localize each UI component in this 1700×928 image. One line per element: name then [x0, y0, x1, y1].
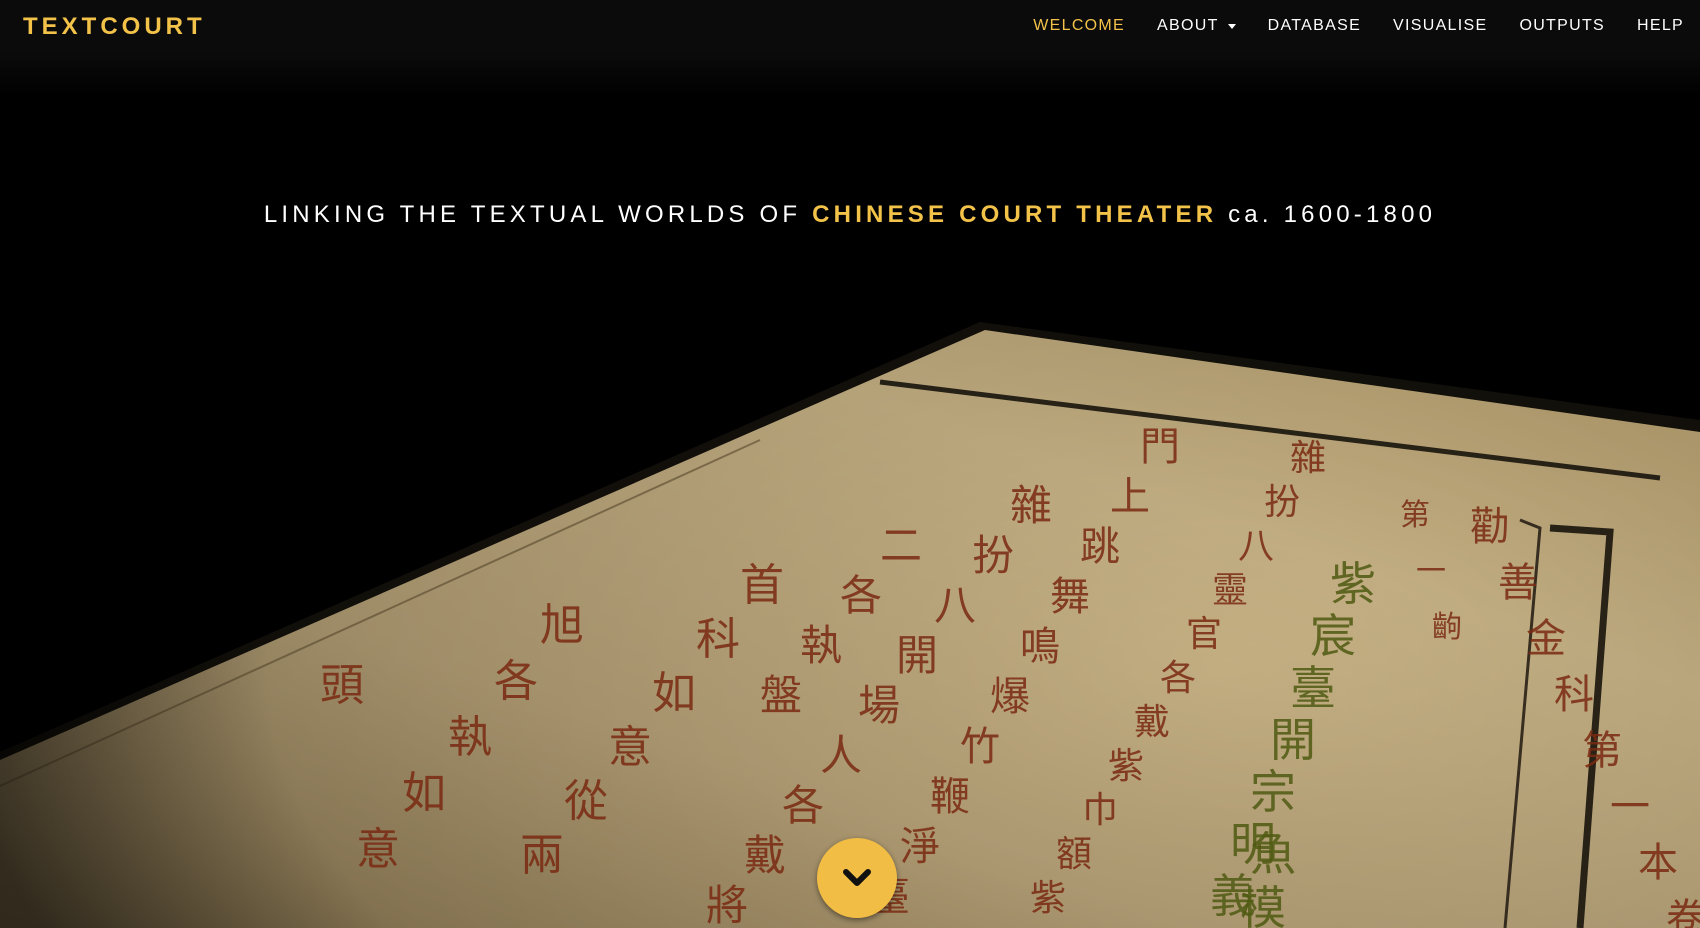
book-character: 開	[896, 631, 938, 680]
book-character: 竹	[960, 724, 1000, 770]
nav-help[interactable]: HELP	[1637, 16, 1684, 36]
nav-database[interactable]: DATABASE	[1268, 16, 1361, 36]
hero-tagline: LINKING THE TEXTUAL WORLDS OF CHINESE CO…	[0, 200, 1700, 230]
book-character: 臺	[1290, 661, 1336, 715]
tagline-prefix: LINKING THE TEXTUAL WORLDS OF	[263, 201, 802, 228]
chevron-down-icon	[843, 869, 871, 886]
book-character: 場	[858, 681, 900, 730]
nav-visualise-label: VISUALISE	[1393, 17, 1488, 34]
book-character: 盤	[760, 671, 802, 720]
book-character: 旭	[540, 600, 584, 651]
nav-help-label: HELP	[1637, 17, 1684, 34]
book-character: 官	[1186, 614, 1222, 655]
main-nav: WELCOME ABOUT DATABASE VISUALISE OUTPUTS…	[1001, 0, 1684, 52]
nav-about[interactable]: ABOUT	[1157, 16, 1236, 36]
book-character: 宸	[1310, 609, 1356, 663]
book-character: 科	[1554, 672, 1594, 718]
book-character: 意	[608, 722, 652, 773]
book-character: 二	[880, 521, 922, 570]
book-character: 門	[1140, 424, 1180, 470]
book-character: 額	[1056, 834, 1092, 875]
book-character: 雜	[1290, 438, 1326, 479]
book-character: 善	[1498, 560, 1538, 606]
hero-book-image: 勸善金科第一本卷第一齣紫宸臺開宗明義雜扮八靈官各戴紫巾額紫門上跳舞鳴爆竹鞭淨臺雜…	[0, 0, 1700, 928]
book-character: 齣	[1432, 610, 1462, 645]
book-character: 本	[1638, 840, 1678, 886]
nav-database-label: DATABASE	[1267, 17, 1362, 34]
book-character: 勸	[1470, 504, 1510, 550]
book-character: 開	[1270, 713, 1316, 767]
caret-down-icon	[1227, 23, 1236, 29]
book-character: 跳	[1080, 524, 1120, 570]
book-character: 將	[706, 881, 748, 928]
book-character: 各	[494, 656, 538, 707]
navbar: TEXTCOURT WELCOME ABOUT DATABASE VISUALI…	[0, 0, 1700, 52]
book-character: 卷	[1666, 896, 1700, 928]
book-character: 紫	[1030, 878, 1066, 919]
book-character: 執	[448, 712, 492, 763]
book-character: 八	[934, 581, 976, 630]
book-character: 扮	[972, 531, 1014, 580]
book-character: 執	[800, 621, 842, 670]
book-character: 頭	[320, 660, 364, 711]
scroll-down-button[interactable]	[817, 838, 897, 918]
book-character: 戴	[1134, 702, 1170, 743]
book-character: 第	[1582, 728, 1622, 774]
book-character: 如	[402, 768, 446, 819]
book-character: 一	[1610, 784, 1650, 830]
nav-about-label: ABOUT	[1157, 17, 1219, 34]
book-character: 意	[356, 824, 400, 875]
book-character: 上	[1110, 474, 1150, 520]
book-character: 模	[1240, 881, 1286, 928]
nav-visualise[interactable]: VISUALISE	[1393, 16, 1487, 36]
book-character: 一	[1416, 554, 1446, 589]
page: 勸善金科第一本卷第一齣紫宸臺開宗明義雜扮八靈官各戴紫巾額紫門上跳舞鳴爆竹鞭淨臺雜…	[0, 0, 1700, 928]
nav-outputs-label: OUTPUTS	[1519, 17, 1605, 34]
book-character: 巾	[1082, 790, 1118, 831]
book-character: 人	[820, 731, 862, 780]
book-character: 戴	[744, 831, 786, 880]
book-character: 舞	[1050, 574, 1090, 620]
book-character: 魚	[1250, 827, 1296, 881]
book-character: 紫	[1330, 557, 1376, 611]
book-character: 各	[840, 571, 882, 620]
book-character: 各	[782, 781, 824, 830]
book-character: 如	[652, 668, 696, 719]
nav-outputs[interactable]: OUTPUTS	[1519, 16, 1605, 36]
nav-welcome[interactable]: WELCOME	[1033, 16, 1125, 36]
book-character: 爆	[990, 674, 1030, 720]
tagline-highlight: CHINESE COURT THEATER	[812, 201, 1218, 228]
book-character: 科	[696, 614, 740, 665]
book-character: 各	[1160, 658, 1196, 699]
book-character: 八	[1238, 526, 1274, 567]
brand-logo[interactable]: TEXTCOURT	[23, 13, 206, 41]
book-character: 雜	[1010, 481, 1052, 530]
book-character: 首	[740, 560, 784, 611]
book-character: 淨	[900, 824, 940, 870]
book-character: 宗	[1250, 765, 1296, 819]
book-character: 鞭	[930, 774, 970, 820]
book-character: 靈	[1212, 570, 1248, 611]
navbar-shadow	[0, 52, 1700, 96]
tagline-suffix: ca. 1600-1800	[1228, 201, 1437, 228]
book-character: 第	[1400, 498, 1430, 533]
book-character: 從	[564, 776, 608, 827]
book-character: 鳴	[1020, 624, 1060, 670]
nav-welcome-label: WELCOME	[1033, 17, 1126, 34]
book-character: 金	[1526, 616, 1566, 662]
book-character: 兩	[520, 830, 564, 881]
book-character: 扮	[1264, 482, 1300, 523]
book-character: 紫	[1108, 746, 1144, 787]
